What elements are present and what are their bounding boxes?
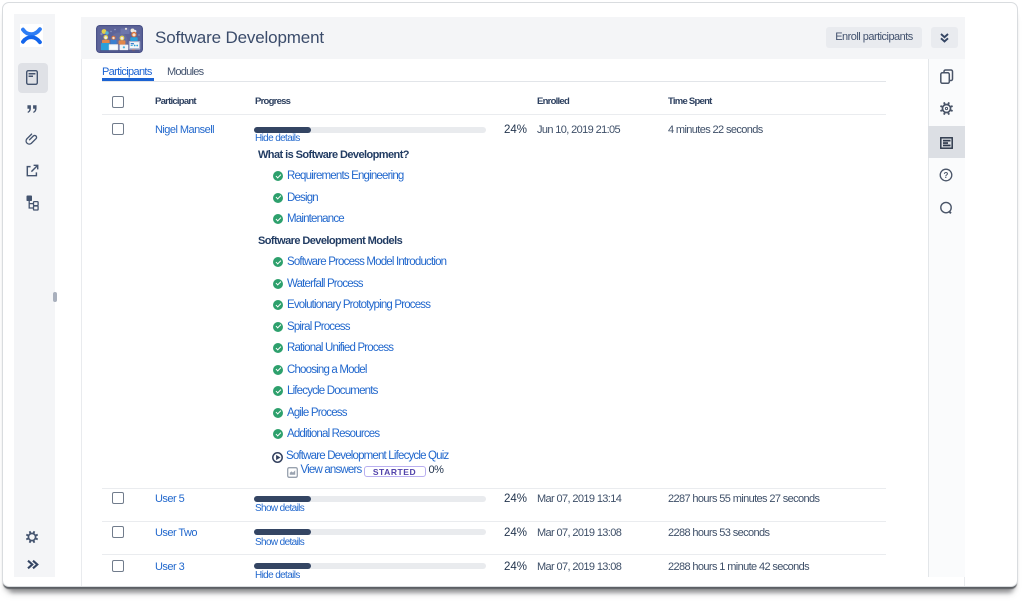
svg-text:?: ? — [944, 171, 949, 180]
